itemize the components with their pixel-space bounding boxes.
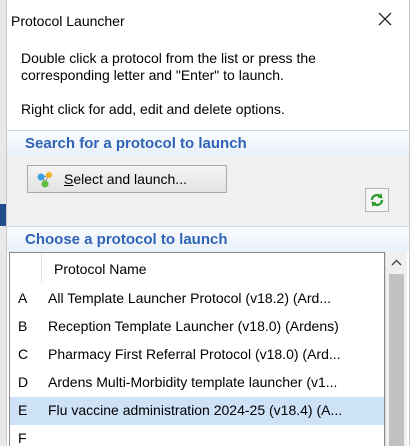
refresh-icon: [370, 193, 384, 207]
protocol-name: All Template Launcher Protocol (v18.2) (…: [48, 290, 331, 306]
list-scrollbar[interactable]: [385, 252, 407, 446]
protocol-row[interactable]: F: [10, 425, 384, 446]
protocol-row[interactable]: A All Template Launcher Protocol (v18.2)…: [10, 285, 384, 313]
select-and-launch-label: Select and launch...: [64, 171, 187, 187]
search-section-header: Search for a protocol to launch: [7, 130, 409, 156]
protocol-name: Pharmacy First Referral Protocol (v18.0)…: [48, 346, 341, 362]
scroll-up-button[interactable]: [386, 252, 407, 274]
refresh-button[interactable]: [365, 188, 389, 212]
protocol-list: Protocol Name A All Template Launcher Pr…: [9, 252, 385, 446]
protocol-row[interactable]: C Pharmacy First Referral Protocol (v18.…: [10, 341, 384, 369]
protocol-row[interactable]: B Reception Template Launcher (v18.0) (A…: [10, 313, 384, 341]
search-section-title: Search for a protocol to launch: [25, 135, 247, 152]
protocol-key: F: [18, 430, 27, 446]
scroll-thumb[interactable]: [389, 274, 404, 446]
protocol-key: A: [18, 290, 28, 306]
protocol-key: E: [18, 402, 28, 418]
search-area: Select and launch...: [7, 156, 409, 228]
protocol-launcher-dialog: Protocol Launcher Double click a protoco…: [6, 0, 410, 446]
protocol-name: Flu vaccine administration 2024-25 (v18.…: [48, 402, 343, 418]
title-bar: Protocol Launcher: [7, 0, 409, 42]
instruction-launch: Double click a protocol from the list or…: [21, 50, 316, 83]
close-icon: [378, 12, 392, 26]
choose-section-title: Choose a protocol to launch: [25, 231, 228, 248]
instruction-right-click: Right click for add, edit and delete opt…: [21, 101, 285, 117]
choose-section-header: Choose a protocol to launch: [7, 226, 409, 252]
protocol-row[interactable]: D Ardens Multi-Morbidity template launch…: [10, 369, 384, 397]
protocol-key: B: [18, 318, 28, 334]
protocol-row-selected[interactable]: E Flu vaccine administration 2024-25 (v1…: [10, 397, 384, 425]
molecule-icon: [36, 171, 56, 194]
window-title: Protocol Launcher: [11, 13, 125, 29]
list-header: Protocol Name: [10, 253, 384, 283]
instructions: Double click a protocol from the list or…: [21, 50, 401, 118]
select-and-launch-button[interactable]: Select and launch...: [27, 165, 227, 193]
key-column-header[interactable]: [10, 253, 42, 283]
protocol-key: D: [18, 374, 29, 390]
protocol-name: Reception Template Launcher (v18.0) (Ard…: [48, 318, 339, 334]
chevron-up-icon: [391, 259, 402, 266]
protocol-name: Ardens Multi-Morbidity template launcher…: [48, 374, 338, 390]
close-button[interactable]: [375, 9, 395, 29]
protocol-key: C: [18, 346, 29, 362]
protocol-name-column-header[interactable]: Protocol Name: [54, 261, 147, 277]
